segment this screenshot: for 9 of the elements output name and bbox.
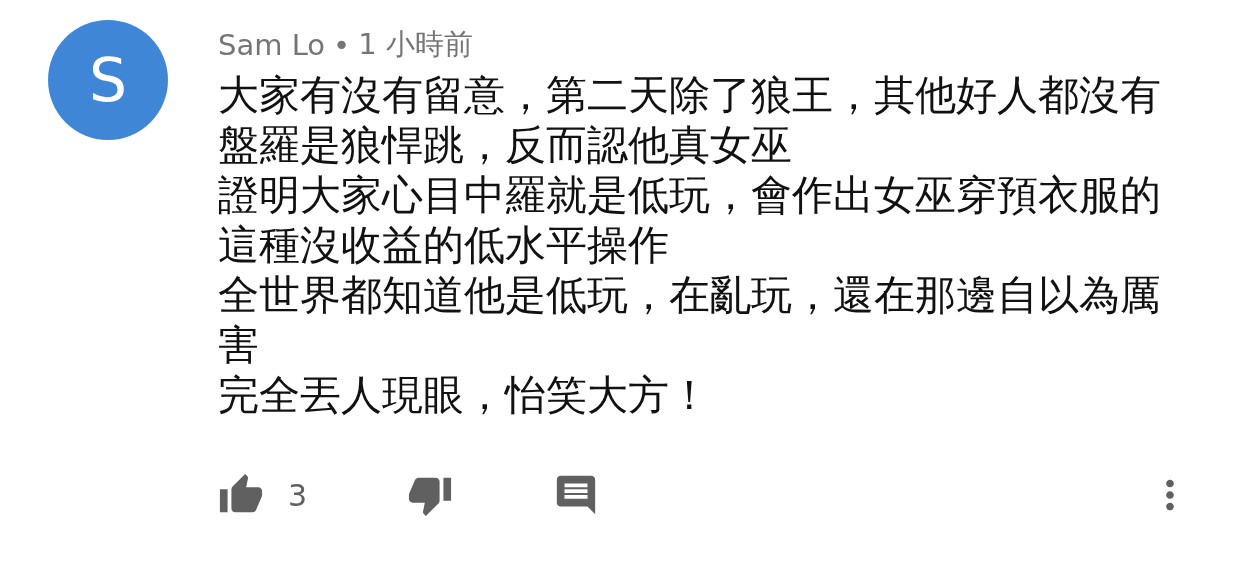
comment-time: 1 小時前 (358, 26, 473, 63)
comment-text: 全世界都知道他是低玩，在亂玩，還在那邊自以為厲害 (218, 270, 1162, 370)
like-count: 3 (288, 477, 308, 513)
comment-text: 大家有沒有留意，第二天除了狼王，其他好人都沒有盤羅是狼悍跳，反而認他真女巫 (218, 70, 1162, 170)
separator: • (333, 28, 351, 62)
avatar: S (48, 20, 168, 140)
comment-text: 完全丟人現眼，怡笑大方！ (218, 370, 711, 420)
comment-text: 證明大家心目中羅就是低玩，會作出女巫穿預衣服的這種沒收益的低水平操作 (218, 170, 1162, 270)
author-name: Sam Lo (218, 28, 326, 62)
